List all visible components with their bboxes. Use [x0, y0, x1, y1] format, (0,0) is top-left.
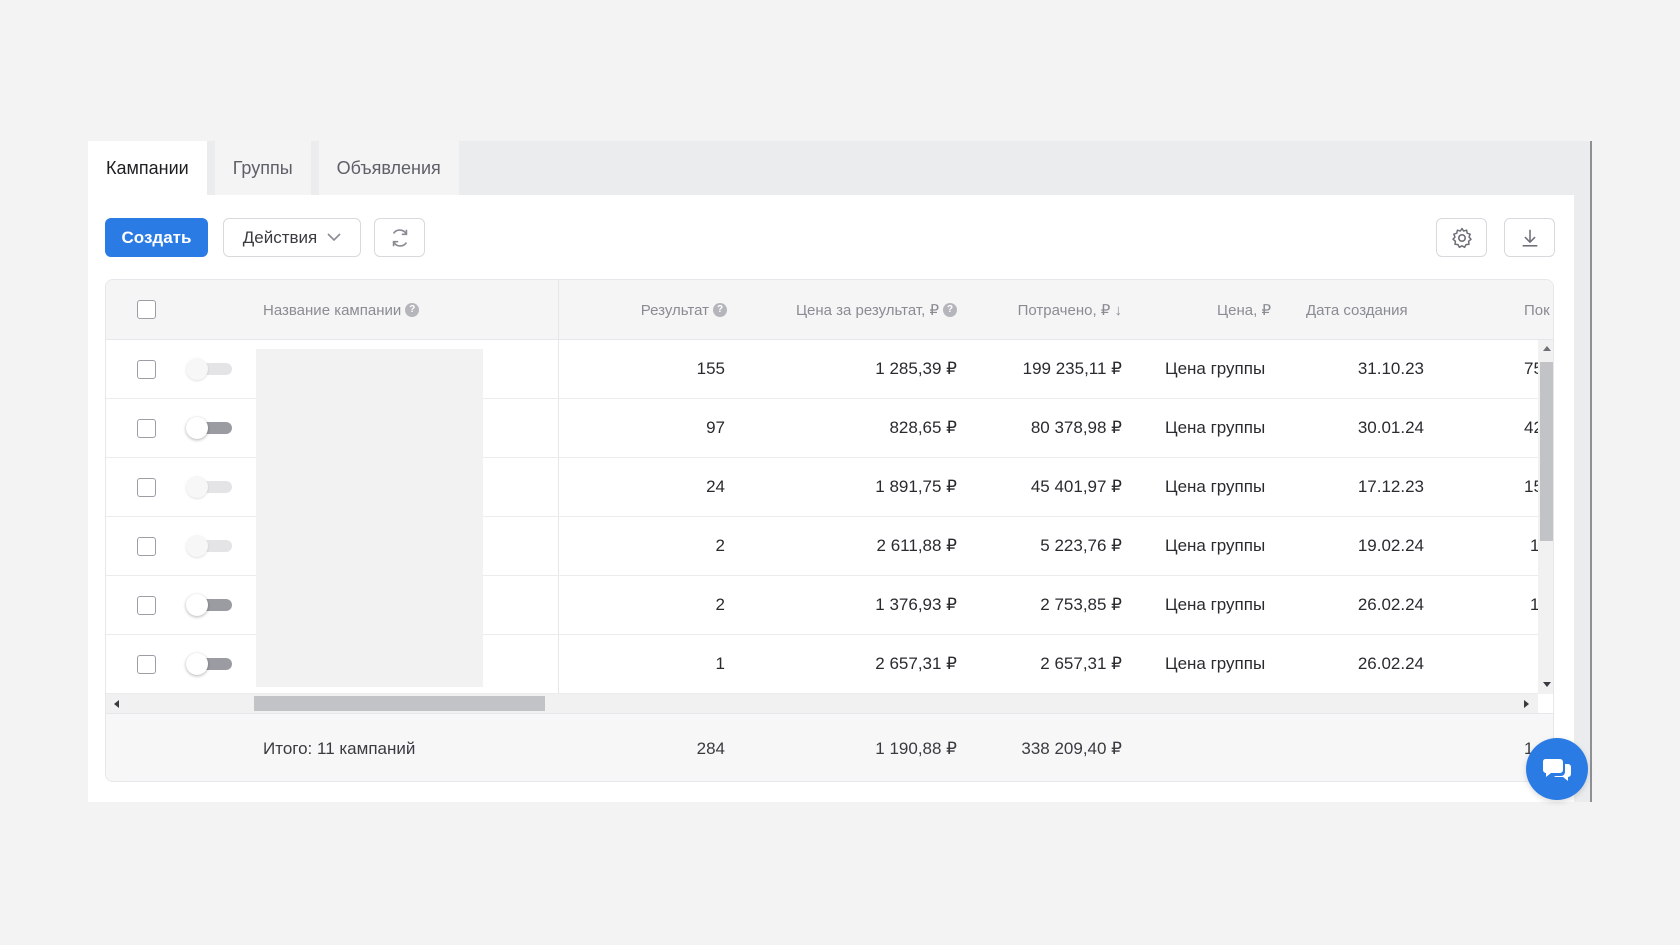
vertical-scrollbar[interactable]	[1538, 340, 1553, 694]
header-cost-per-result[interactable]: Цена за результат, ₽ ?	[746, 280, 957, 340]
cell-result: 2	[715, 536, 725, 555]
refresh-button[interactable]	[374, 218, 425, 257]
campaigns-panel: Создать Действия Название кампании ? Рез…	[88, 195, 1574, 802]
cell-cost-per-result: 828,65 ₽	[889, 418, 957, 437]
cell-shows	[1524, 635, 1538, 693]
scroll-left-arrow[interactable]	[114, 700, 119, 708]
chevron-down-icon	[327, 233, 341, 242]
cell-price: Цена группы	[1165, 359, 1266, 378]
tab-groups[interactable]: Группы	[214, 141, 311, 195]
cell-result: 2	[715, 595, 725, 614]
cell-price: Цена группы	[1165, 595, 1266, 614]
row-checkbox[interactable]	[137, 478, 156, 497]
download-button[interactable]	[1504, 218, 1555, 257]
horizontal-scroll-thumb[interactable]	[254, 696, 545, 711]
header-shows[interactable]: Пок	[1524, 280, 1550, 340]
cell-created: 19.02.24	[1357, 536, 1424, 555]
totals-spent: 338 209,40 ₽	[1021, 739, 1122, 758]
actions-dropdown[interactable]: Действия	[223, 218, 361, 257]
status-toggle[interactable]	[186, 476, 232, 498]
tab-bar: Кампании Группы Объявления	[88, 141, 467, 195]
header-name-label: Название кампании	[263, 301, 402, 319]
cell-spent: 80 378,98 ₽	[1030, 418, 1122, 437]
header-cost-per-result-label: Цена за результат, ₽	[795, 302, 939, 319]
horizontal-scrollbar[interactable]	[106, 694, 1538, 713]
row-checkbox[interactable]	[137, 655, 156, 674]
cell-spent: 199 235,11 ₽	[1022, 359, 1122, 378]
cell-shows: 75	[1524, 359, 1538, 378]
help-icon[interactable]: ?	[943, 303, 957, 317]
help-icon[interactable]: ?	[713, 303, 727, 317]
tab-campaigns[interactable]: Кампании	[88, 141, 207, 195]
table-totals-row: Итого: 11 кампаний 284 1 190,88 ₽ 338 20…	[106, 713, 1553, 781]
cell-cost-per-result: 2 611,88 ₽	[876, 536, 957, 555]
chat-button[interactable]	[1526, 738, 1588, 800]
row-checkbox[interactable]	[137, 596, 156, 615]
status-toggle[interactable]	[186, 535, 232, 557]
status-toggle[interactable]	[186, 653, 232, 675]
cell-result: 24	[706, 477, 725, 496]
cell-cost-per-result: 1 376,93 ₽	[875, 595, 957, 614]
scroll-down-arrow[interactable]	[1543, 682, 1551, 687]
cell-created: 26.02.24	[1357, 654, 1424, 673]
cell-result: 1	[715, 654, 725, 673]
cell-shows: 15	[1524, 477, 1538, 496]
download-icon	[1522, 229, 1537, 247]
cell-shows: 42	[1524, 418, 1538, 437]
cell-cost-per-result: 2 657,31 ₽	[875, 654, 957, 673]
cell-spent: 5 223,76 ₽	[1040, 536, 1122, 555]
select-all-checkbox[interactable]	[137, 300, 156, 319]
chat-icon	[1542, 759, 1571, 781]
totals-label: Итого: 11 кампаний	[263, 739, 416, 758]
table-header: Название кампании ? Результат ? Цена за …	[106, 280, 1553, 340]
cell-created: 30.01.24	[1357, 418, 1424, 437]
totals-cost-per-result: 1 190,88 ₽	[875, 739, 957, 758]
row-checkbox[interactable]	[137, 537, 156, 556]
refresh-icon	[392, 228, 407, 247]
header-spent[interactable]: Потрачено, ₽ ↓	[986, 280, 1122, 340]
header-price[interactable]: Цена, ₽	[1166, 280, 1271, 340]
vertical-scroll-thumb[interactable]	[1540, 362, 1553, 541]
settings-button[interactable]	[1436, 218, 1487, 257]
header-name[interactable]: Название кампании ?	[263, 280, 420, 340]
cell-spent: 2 753,85 ₽	[1040, 595, 1122, 614]
cell-created: 17.12.23	[1357, 477, 1424, 496]
header-result[interactable]: Результат ?	[606, 280, 727, 340]
cell-shows: 1	[1530, 517, 1538, 575]
header-result-label: Результат	[640, 301, 709, 319]
cell-result: 97	[706, 418, 725, 437]
cell-spent: 2 657,31 ₽	[1040, 654, 1122, 673]
row-checkbox[interactable]	[137, 360, 156, 379]
gear-icon	[1451, 227, 1472, 248]
cell-price: Цена группы	[1165, 654, 1266, 673]
scroll-right-arrow[interactable]	[1524, 700, 1529, 708]
cell-price: Цена группы	[1165, 477, 1266, 496]
app-frame: Кампании Группы Объявления Создать Дейст…	[88, 141, 1592, 802]
status-toggle[interactable]	[186, 594, 232, 616]
help-icon[interactable]: ?	[405, 303, 420, 317]
header-created[interactable]: Дата создания	[1306, 280, 1408, 340]
campaign-names-redacted	[256, 349, 483, 687]
cell-shows: 1	[1530, 576, 1538, 634]
cell-result: 155	[696, 359, 725, 378]
cell-spent: 45 401,97 ₽	[1030, 477, 1122, 496]
cell-price: Цена группы	[1165, 418, 1266, 437]
cell-created: 31.10.23	[1357, 359, 1424, 378]
status-toggle[interactable]	[186, 358, 232, 380]
campaigns-table: Название кампании ? Результат ? Цена за …	[105, 279, 1554, 782]
create-button[interactable]: Создать	[105, 218, 208, 257]
tab-ads[interactable]: Объявления	[318, 141, 459, 195]
status-toggle[interactable]	[186, 417, 232, 439]
scroll-up-arrow[interactable]	[1543, 346, 1551, 351]
cell-cost-per-result: 1 891,75 ₽	[875, 477, 957, 496]
row-checkbox[interactable]	[137, 419, 156, 438]
totals-result: 284	[696, 739, 725, 758]
cell-created: 26.02.24	[1357, 595, 1424, 614]
cell-cost-per-result: 1 285,39 ₽	[875, 359, 957, 378]
actions-label: Действия	[242, 227, 318, 247]
cell-price: Цена группы	[1165, 536, 1266, 555]
